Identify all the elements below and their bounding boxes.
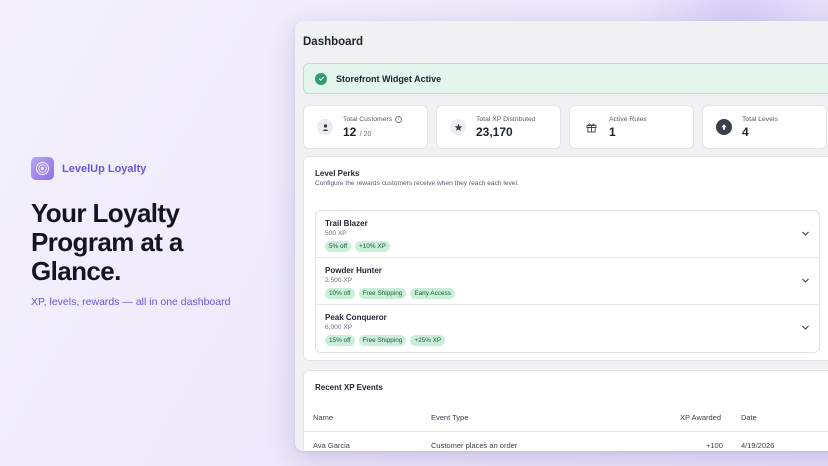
chevron-down-icon[interactable] <box>801 229 810 238</box>
stat-card-total-customers: Total Customers i 12 / 20 <box>303 105 428 149</box>
stat-label: Total Levels <box>742 115 778 123</box>
hero-subtitle: XP, levels, rewards — all in one dashboa… <box>31 296 231 308</box>
level-xp: 2,500 XP <box>325 277 353 284</box>
info-icon[interactable]: i <box>395 115 403 123</box>
column-header-event-type[interactable]: Event Type <box>431 413 468 422</box>
widget-status-banner: Storefront Widget Active <box>303 63 828 94</box>
level-perk-list: Trail Blazer 500 XP 5% off +10% XP Powde… <box>315 210 820 353</box>
level-name: Powder Hunter <box>325 266 382 275</box>
stat-label: Total Customers <box>343 115 393 123</box>
brand: LevelUp Loyalty <box>31 157 146 180</box>
chevron-down-icon[interactable] <box>801 276 810 285</box>
brand-name: LevelUp Loyalty <box>62 162 147 175</box>
page-title: Dashboard <box>303 36 364 48</box>
stat-label: Total XP Distributed <box>476 115 536 123</box>
stat-card-active-rules: Active Rules 1 <box>569 105 694 149</box>
perk-tag: Early Access <box>410 288 455 299</box>
person-icon <box>317 119 333 135</box>
perk-tag: +10% XP <box>355 241 390 252</box>
column-header-date[interactable]: Date <box>741 413 757 422</box>
perk-tag: Free Shipping <box>358 335 407 346</box>
perk-tag: 10% off <box>325 288 355 299</box>
stat-value: 4 <box>742 124 749 139</box>
level-perks-card: Level Perks Configure the rewards custom… <box>303 156 828 361</box>
section-title: Recent XP Events <box>315 383 383 392</box>
section-title: Level Perks <box>315 169 360 178</box>
column-header-xp-awarded[interactable]: XP Awarded <box>680 413 721 422</box>
stat-card-total-xp: Total XP Distributed 23,170 <box>436 105 561 149</box>
arrow-up-circle-icon <box>716 119 732 135</box>
stat-value: 23,170 <box>476 124 513 139</box>
check-circle-icon <box>315 72 327 85</box>
gift-icon <box>583 119 599 135</box>
banner-text: Storefront Widget Active <box>336 73 442 84</box>
level-xp: 500 XP <box>325 230 347 237</box>
stats-row: Total Customers i 12 / 20 Total XP Distri… <box>303 105 827 149</box>
perk-tag: 5% off <box>325 241 352 252</box>
level-perk-item[interactable]: Trail Blazer 500 XP 5% off +10% XP <box>316 211 819 258</box>
level-perk-item[interactable]: Powder Hunter 2,500 XP 10% off Free Ship… <box>316 258 819 305</box>
stat-value: 12 <box>343 124 357 139</box>
level-perk-item[interactable]: Peak Conqueror 6,000 XP 15% off Free Shi… <box>316 305 819 352</box>
chevron-down-icon[interactable] <box>801 323 810 332</box>
star-icon <box>450 119 466 135</box>
table-divider <box>304 431 828 432</box>
table-cell-name: Ava Garcia <box>313 441 350 450</box>
level-name: Trail Blazer <box>325 219 368 228</box>
section-description: Configure the rewards customers receive … <box>315 180 519 187</box>
perk-tag: 15% off <box>325 335 355 346</box>
recent-xp-events-card: Recent XP Events Name Event Type XP Awar… <box>303 370 828 451</box>
perk-tag: Free Shipping <box>358 288 407 299</box>
column-header-name[interactable]: Name <box>313 413 333 422</box>
stat-label: Active Rules <box>609 115 647 123</box>
stat-value: 1 <box>609 124 616 139</box>
table-cell-event-type: Customer places an order <box>431 441 518 450</box>
table-cell-date: 4/19/2026 <box>741 441 775 450</box>
stat-sub: / 20 <box>359 130 372 138</box>
perk-tag: +25% XP <box>410 335 446 346</box>
stat-card-total-levels: Total Levels 4 <box>702 105 827 149</box>
dashboard-window: Dashboard Storefront Widget Active Total… <box>295 21 828 451</box>
level-name: Peak Conqueror <box>325 313 387 322</box>
level-xp: 6,000 XP <box>325 324 353 331</box>
hero-title: Your Loyalty Program at a Glance. <box>31 198 183 286</box>
brand-logo-icon <box>31 157 54 180</box>
table-cell-xp: +100 <box>706 441 723 450</box>
